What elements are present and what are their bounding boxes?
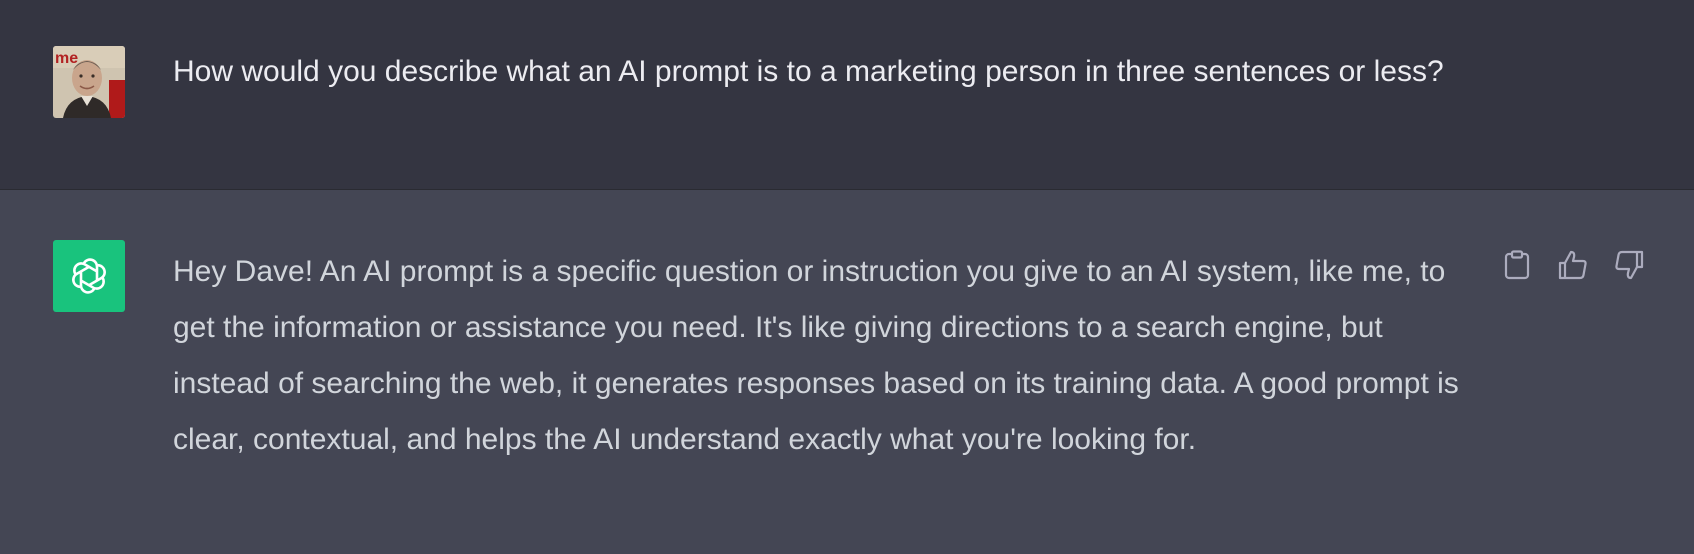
clipboard-icon (1504, 250, 1530, 280)
openai-logo-icon (53, 240, 125, 312)
svg-text:me: me (55, 50, 78, 67)
assistant-message-row: Hey Dave! An AI prompt is a specific que… (0, 190, 1694, 554)
copy-button[interactable] (1500, 248, 1534, 282)
thumbs-down-icon (1615, 250, 1644, 280)
user-photo-icon: me (53, 46, 125, 118)
openai-logo-glyph (72, 258, 106, 294)
thumbs-down-button[interactable] (1612, 248, 1646, 282)
user-message-text: How would you describe what an AI prompt… (173, 55, 1444, 88)
message-actions (1500, 248, 1646, 282)
user-avatar: me (53, 46, 125, 118)
assistant-message-text: Hey Dave! An AI prompt is a specific que… (173, 255, 1459, 456)
user-message-row: me How would you describe what an AI pro… (0, 0, 1694, 190)
thumbs-up-button[interactable] (1556, 248, 1590, 282)
thumbs-up-icon (1558, 250, 1587, 280)
